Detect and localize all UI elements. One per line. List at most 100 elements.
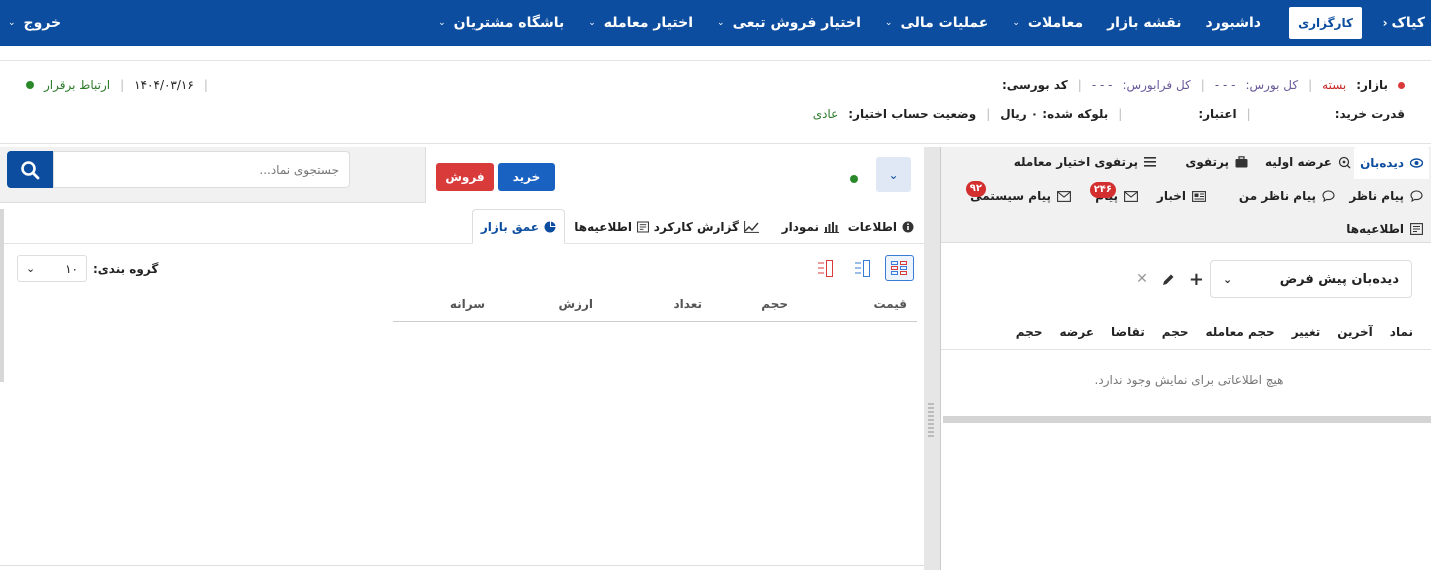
col-last[interactable]: آخرین: [1337, 325, 1373, 339]
col-supply[interactable]: عرضه: [1059, 325, 1094, 339]
tab-chart[interactable]: نمودار: [782, 209, 839, 244]
col-count: تعداد: [673, 297, 702, 311]
search-icon: [21, 160, 40, 179]
search-button[interactable]: [7, 151, 53, 188]
chevron-down-icon: ⌄: [26, 262, 36, 275]
col-symbol[interactable]: نماد: [1390, 325, 1413, 339]
tab-performance-report[interactable]: گزارش کارکرد: [654, 209, 759, 244]
tab-my-supervisor-message[interactable]: پیام ناظر من: [1239, 189, 1335, 203]
left-scroll-edge[interactable]: [0, 209, 4, 382]
grouping-control: گروه بندی: ۱۰ ⌄: [17, 255, 158, 282]
order-topbar: ⌄ خرید فروش: [0, 147, 924, 203]
current-date: ۱۴۰۴/۰۳/۱۶: [134, 78, 194, 92]
watchlist-select[interactable]: دیده‌بان پیش فرض ⌄: [1210, 260, 1412, 298]
exit-menu[interactable]: خروج ⌄: [8, 0, 61, 46]
tab-portfolio[interactable]: پرتفوی: [1185, 155, 1248, 169]
watchlist-table-header: نماد آخرین تغییر حجم معامله حجم تقاضا عر…: [941, 314, 1431, 350]
menu-item-market-map[interactable]: نقشه بازار: [1107, 15, 1181, 31]
col-value: ارزش: [558, 297, 594, 311]
credit-label: اعتبار:: [1198, 107, 1237, 121]
col-per-capita: سرانه: [449, 297, 485, 311]
tab-news[interactable]: اخبار: [1157, 189, 1206, 203]
pencil-icon[interactable]: [1162, 273, 1175, 286]
menu-item-dashboard[interactable]: داشبورد: [1206, 15, 1262, 31]
total-farabourse-label: کل فرابورس:: [1122, 78, 1191, 92]
tab-supervisor-message[interactable]: پیام ناظر: [1349, 189, 1423, 203]
main-menu: داشبورد نقشه بازار معاملات ⌄ عملیات مالی ⌄…: [438, 0, 1261, 46]
eye-icon: [1410, 158, 1423, 168]
connection-status: | ۱۴۰۴/۰۳/۱۶ | ارتباط برقرار: [26, 78, 208, 92]
close-icon[interactable]: ✕: [1136, 271, 1148, 287]
chevron-down-icon: ⌄: [8, 18, 16, 28]
watchlist-tools: + ✕: [1136, 260, 1204, 298]
col-trade-volume[interactable]: حجم معامله: [1206, 325, 1275, 339]
menu-item-put-option[interactable]: اختیار فروش تبعی ⌄: [717, 15, 861, 31]
separator: |: [1118, 107, 1123, 121]
col-price: قیمت: [873, 297, 907, 311]
layout-grid-button[interactable]: [885, 255, 914, 281]
news-icon: [1192, 190, 1206, 202]
menu-item-customer-club[interactable]: باشگاه مشتریان ⌄: [438, 15, 564, 31]
col-volume-2[interactable]: حجم: [1016, 325, 1043, 339]
grouping-label: گروه بندی:: [93, 261, 159, 276]
buy-button[interactable]: خرید: [498, 163, 555, 191]
buy-power-label: قدرت خرید:: [1334, 107, 1405, 121]
chat-icon: [1322, 190, 1335, 202]
tab-market-depth[interactable]: عمق بازار: [471, 209, 565, 244]
market-depth-header: قیمت حجم تعداد ارزش سرانه: [393, 287, 917, 322]
tab-announcements[interactable]: اطلاعیه‌ها: [1346, 222, 1423, 236]
layout-buy-icon: [855, 259, 870, 277]
chevron-down-icon: ⌄: [438, 18, 446, 28]
layout-grid-icon: [891, 260, 907, 275]
bourse-code-label: کد بورسی:: [1002, 78, 1068, 92]
exit-label: خروج: [23, 15, 62, 31]
layout-switcher: [811, 255, 914, 281]
separator: |: [1308, 78, 1313, 92]
separator: |: [1077, 78, 1082, 92]
symbol-search-input[interactable]: [53, 151, 350, 188]
tab-announcements-symbol[interactable]: اطلاعیه‌ها: [574, 209, 649, 244]
layout-sell-button[interactable]: [811, 255, 840, 281]
mail-icon: [1124, 190, 1138, 202]
connection-dot: [26, 81, 34, 89]
col-volume[interactable]: حجم: [1162, 325, 1189, 339]
collapse-button[interactable]: ⌄: [876, 157, 911, 192]
tab-options-portfolio[interactable]: پرتفوی اختیار معامله: [1014, 155, 1156, 169]
col-change[interactable]: تغییر: [1292, 325, 1321, 339]
menu-item-financial[interactable]: عملیات مالی ⌄: [885, 15, 988, 31]
option-status-label: وضعیت حساب اختیار:: [848, 107, 977, 121]
list-icon: [1144, 157, 1156, 167]
brand-menu[interactable]: کیاک ‹: [1383, 9, 1425, 37]
brand-label: کیاک: [1391, 15, 1425, 31]
market-value: بسته: [1322, 78, 1347, 92]
tab-ipo[interactable]: عرضه اولیه: [1265, 155, 1351, 169]
sell-button[interactable]: فروش: [436, 163, 494, 191]
menu-item-trades[interactable]: معاملات ⌄: [1012, 15, 1083, 31]
chevron-down-icon: ⌄: [717, 18, 725, 28]
total-farabourse-value: - - -: [1091, 78, 1113, 92]
layout-buy-button[interactable]: [848, 255, 877, 281]
chevron-down-icon: ⌄: [1223, 272, 1233, 286]
chevron-down-icon: ⌄: [888, 167, 899, 182]
kargozari-button[interactable]: کارگزاری: [1289, 7, 1362, 39]
col-demand[interactable]: تقاضا: [1111, 325, 1145, 339]
messages-count-badge: ۲۴۶: [1089, 182, 1116, 198]
order-box: ⌄ خرید فروش: [425, 147, 924, 203]
drag-handle-icon[interactable]: [928, 403, 934, 437]
watchlist-tabs: دیده‌بان عرضه اولیه پرتفوی پرتفوی اختیار…: [941, 147, 1431, 243]
chevron-left-icon: ‹: [1382, 16, 1388, 30]
grouping-select[interactable]: ۱۰ ⌄: [17, 255, 87, 282]
menu-item-options[interactable]: اختیار معامله ⌄: [588, 15, 693, 31]
market-status-dot: [1398, 81, 1405, 89]
pie-chart-icon: [544, 221, 556, 232]
chevron-down-icon: ⌄: [884, 18, 893, 28]
market-status-row: بازار: بسته | کل بورس: - - - | کل فرابور…: [992, 78, 1405, 92]
panel-splitter[interactable]: [924, 147, 941, 570]
bar-chart-icon: [824, 221, 839, 233]
horizontal-scrollbar[interactable]: [943, 416, 1431, 423]
add-icon[interactable]: +: [1189, 269, 1204, 290]
tab-watchlist[interactable]: دیده‌بان: [1354, 147, 1429, 179]
tab-info[interactable]: اطلاعات: [848, 209, 914, 244]
notice-icon: [637, 221, 649, 232]
account-balance-row: قدرت خرید: | اعتبار: | بلوکه شده: ۰ ریال…: [813, 107, 1405, 121]
